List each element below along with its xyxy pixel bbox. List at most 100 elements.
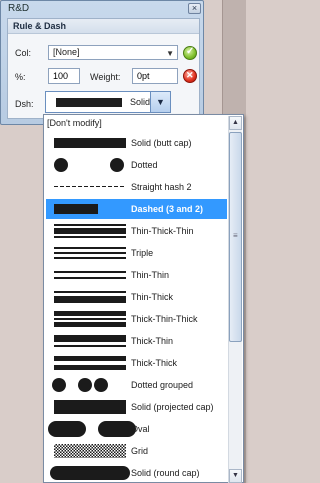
line-segment	[78, 378, 92, 392]
dash-style-option[interactable]: Thin-Thin	[46, 265, 227, 285]
line-segment	[54, 236, 126, 238]
line-segment	[54, 277, 126, 279]
dash-preview	[56, 98, 122, 107]
scroll-up-icon[interactable]: ▲	[229, 116, 242, 130]
percent-label: %:	[15, 72, 26, 82]
chevron-down-icon: ▼	[166, 49, 174, 58]
line-segment	[78, 186, 82, 187]
dropdown-scrollbar[interactable]: ▲ ≡ ▼	[228, 116, 242, 483]
line-segment	[54, 252, 126, 254]
dash-style-option-label: Triple	[131, 248, 154, 258]
dash-style-option[interactable]: Thin-Thick	[46, 287, 227, 307]
line-segment	[54, 158, 68, 172]
line-segment	[96, 186, 100, 187]
dash-style-option-label: Solid (round cap)	[131, 468, 200, 478]
line-style-preview	[54, 441, 126, 461]
color-select[interactable]: [None] ▼	[48, 45, 178, 60]
line-segment	[54, 291, 126, 293]
line-segment	[54, 228, 126, 234]
line-segment	[54, 400, 126, 414]
dash-style-dropdown: [Don't modify] Solid (butt cap) Dotted Str…	[43, 114, 244, 483]
line-segment	[54, 322, 126, 327]
dash-style-option[interactable]: Thick-Thin-Thick	[46, 309, 227, 329]
line-segment	[66, 186, 70, 187]
dash-style-option-label: Dashed (3 and 2)	[131, 204, 204, 214]
dash-style-option-label: Thin-Thick-Thin	[131, 226, 194, 236]
window-titlebar[interactable]: R&D ×	[1, 1, 203, 17]
line-segment	[48, 421, 86, 437]
line-style-preview	[54, 177, 126, 197]
line-style-preview	[52, 375, 126, 395]
dash-style-option[interactable]: Triple	[46, 243, 227, 263]
dash-style-option-label: Dotted grouped	[131, 380, 194, 390]
dash-style-option-label: Thin-Thin	[131, 270, 170, 280]
line-segment	[72, 186, 76, 187]
dash-style-option[interactable]: Oval	[46, 419, 227, 439]
ok-icon[interactable]	[183, 46, 197, 60]
percent-input[interactable]	[48, 68, 80, 84]
line-segment	[120, 186, 124, 187]
dash-style-option[interactable]: Dashed (3 and 2)	[46, 199, 227, 219]
window-title: R&D	[8, 3, 30, 14]
line-style-preview	[54, 309, 126, 329]
line-style-preview	[54, 199, 126, 219]
line-style-preview	[54, 397, 126, 417]
dash-style-option[interactable]: Thick-Thin	[46, 331, 227, 351]
dash-style-option-label: Grid	[131, 446, 149, 456]
line-segment	[54, 311, 126, 316]
window-close-button[interactable]: ×	[188, 3, 201, 14]
line-segment	[54, 186, 58, 187]
line-style-preview	[54, 331, 126, 351]
line-style-preview	[50, 463, 130, 483]
dash-style-option[interactable]: Grid	[46, 441, 227, 461]
line-segment	[54, 257, 126, 259]
chevron-down-icon[interactable]: ▼	[150, 92, 170, 112]
line-segment	[54, 271, 126, 273]
line-segment	[54, 356, 126, 361]
grip-icon: ≡	[233, 231, 238, 240]
cancel-icon[interactable]	[183, 69, 197, 83]
dash-style-option[interactable]: Solid (projected cap)	[46, 397, 227, 417]
line-segment	[114, 186, 118, 187]
dash-label: Dsh:	[15, 99, 34, 109]
line-segment	[50, 466, 130, 480]
dash-style-option[interactable]: Dotted grouped	[46, 375, 227, 395]
dash-style-select[interactable]: Solid ▼	[45, 91, 171, 113]
dont-modify-option[interactable]: [Don't modify]	[47, 118, 102, 128]
line-segment	[90, 186, 94, 187]
line-segment	[52, 378, 66, 392]
line-style-preview	[54, 155, 126, 175]
dash-style-option-label: Straight hash 2	[131, 182, 192, 192]
dash-style-option[interactable]: Dotted	[46, 155, 227, 175]
panel-header: Rule & Dash	[8, 19, 199, 34]
dash-style-option[interactable]: Solid (round cap)	[46, 463, 227, 483]
dash-style-option-label: Solid (butt cap)	[131, 138, 192, 148]
dash-style-option-label: Thin-Thick	[131, 292, 174, 302]
weight-label: Weight:	[90, 72, 121, 82]
dash-style-option[interactable]: Thin-Thick-Thin	[46, 221, 227, 241]
line-style-preview	[54, 287, 126, 307]
line-segment	[54, 318, 126, 320]
dash-style-option-label: Oval	[131, 424, 150, 434]
line-segment	[54, 247, 126, 249]
line-segment	[54, 296, 126, 303]
scrollbar-thumb[interactable]: ≡	[229, 132, 242, 342]
scroll-down-icon[interactable]: ▼	[229, 469, 242, 483]
line-style-preview	[54, 265, 126, 285]
dash-style-option[interactable]: Thick-Thick	[46, 353, 227, 373]
dash-style-option-label: Solid (projected cap)	[131, 402, 214, 412]
line-style-preview	[54, 353, 126, 373]
line-segment	[54, 204, 98, 214]
dash-style-option-label: Thick-Thin	[131, 336, 174, 346]
dash-style-option[interactable]: Straight hash 2	[46, 177, 227, 197]
weight-input[interactable]	[132, 68, 178, 84]
line-segment	[54, 365, 126, 370]
line-segment	[102, 186, 106, 187]
line-segment	[54, 335, 126, 342]
dash-style-option[interactable]: Solid (butt cap)	[46, 133, 227, 153]
line-segment	[94, 378, 108, 392]
line-segment	[54, 224, 126, 226]
line-segment	[60, 186, 64, 187]
line-segment	[108, 186, 112, 187]
line-segment	[54, 138, 126, 148]
